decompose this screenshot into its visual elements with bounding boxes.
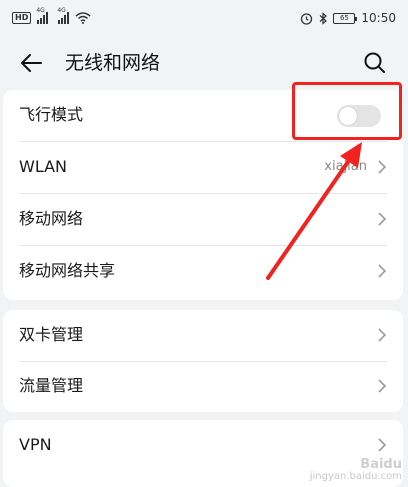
signal-icon: 4G (57, 8, 70, 24)
signal-icon: 4G (36, 8, 49, 24)
annotation-arrow (266, 142, 362, 280)
sim-settings-group: 双卡管理 流量管理 (3, 310, 403, 412)
hd-badge: HD (12, 12, 32, 24)
chevron-right-icon (378, 328, 387, 342)
tethering-label: 移动网络共享 (19, 261, 116, 280)
data-usage-row[interactable]: 流量管理 (3, 361, 403, 412)
chevron-right-icon (378, 438, 387, 452)
alarm-icon (301, 12, 313, 25)
chevron-right-icon (378, 379, 387, 393)
back-arrow-icon[interactable] (18, 50, 44, 76)
status-left: HD 4G 4G (12, 8, 91, 26)
bluetooth-icon (320, 11, 328, 25)
chevron-right-icon (378, 212, 387, 226)
watermark: Baidu jingyan.baidu.com (309, 457, 402, 483)
chevron-right-icon (378, 160, 387, 174)
wlan-label: WLAN (19, 157, 68, 176)
status-right: 65 10:50 (300, 9, 396, 27)
search-icon[interactable] (362, 50, 388, 76)
mobile-network-label: 移动网络 (19, 209, 84, 228)
network-type-label: 4G (36, 7, 45, 14)
chevron-right-icon (378, 264, 387, 278)
wifi-icon (75, 12, 91, 24)
data-usage-label: 流量管理 (19, 376, 84, 395)
watermark-brand: Baidu (360, 457, 402, 472)
clock-time: 10:50 (361, 11, 396, 25)
network-type-label: 4G (57, 7, 66, 14)
dual-sim-label: 双卡管理 (19, 325, 84, 344)
page-title: 无线和网络 (65, 52, 161, 74)
vpn-label: VPN (19, 435, 52, 454)
watermark-url: jingyan.baidu.com (309, 471, 402, 482)
battery-indicator: 65 (333, 12, 358, 24)
settings-screen: HD 4G 4G 65 10:50 无线和网络 飞行模式 WLAN xiajia… (0, 0, 408, 487)
airplane-mode-label: 飞行模式 (19, 105, 84, 124)
annotation-highlight-box (292, 82, 402, 140)
dual-sim-row[interactable]: 双卡管理 (3, 310, 403, 361)
status-bar: HD 4G 4G 65 10:50 (0, 0, 408, 36)
